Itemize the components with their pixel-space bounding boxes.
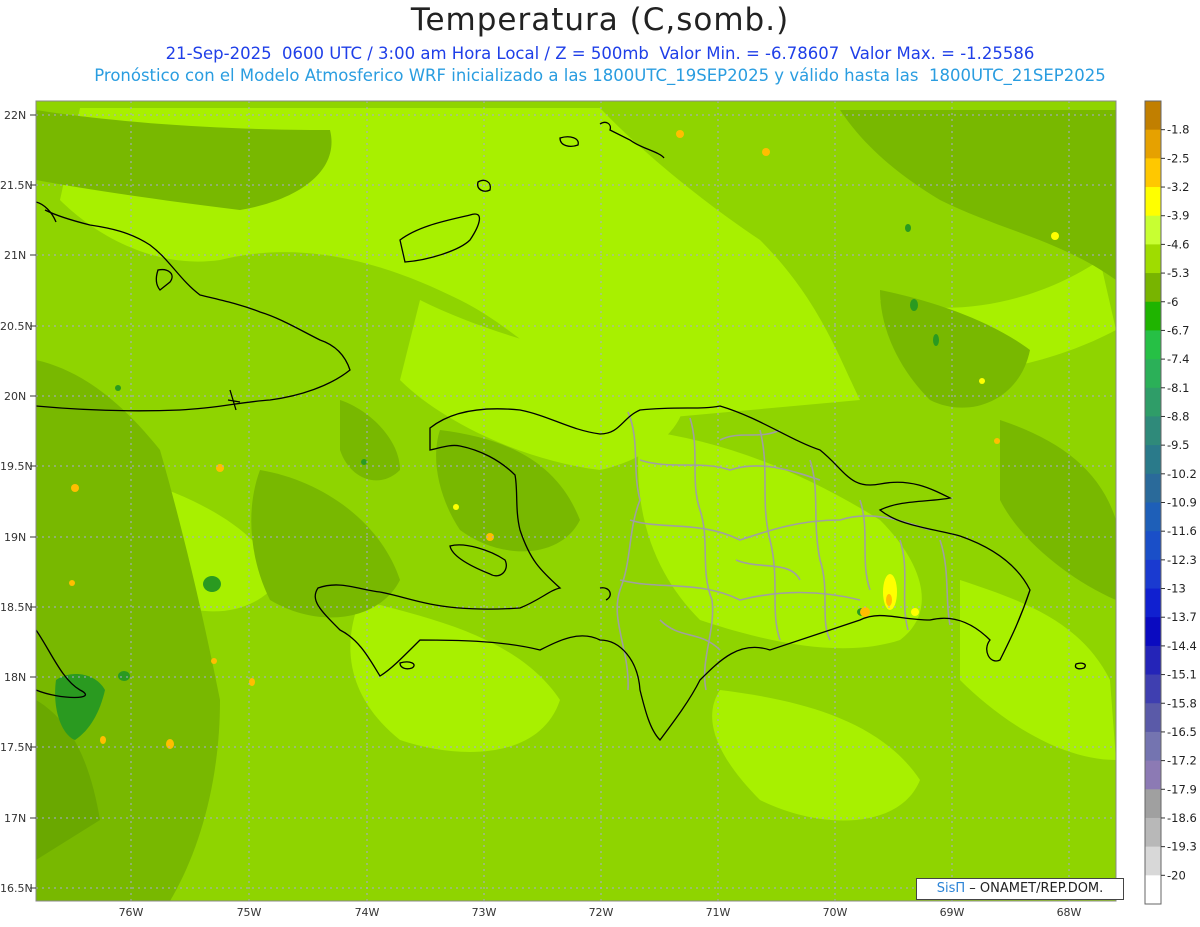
colorbar-label: -13.7 bbox=[1167, 610, 1197, 624]
colorbar-swatch bbox=[1145, 760, 1161, 790]
colorbar-label: -6.7 bbox=[1167, 323, 1189, 337]
map-figure: 22N 21.5N 21N 20.5N 20N 19.5N 19N 18.5N … bbox=[0, 100, 1197, 919]
lat-label: 20N bbox=[4, 390, 26, 403]
colorbar-label: -16.5 bbox=[1167, 725, 1197, 739]
colorbar-label: -9.5 bbox=[1167, 438, 1189, 452]
colorbar-swatch bbox=[1145, 559, 1161, 590]
lat-label: 21.5N bbox=[0, 179, 33, 192]
colorbar-swatch bbox=[1145, 158, 1161, 188]
lon-label: 69W bbox=[940, 906, 965, 919]
lat-label: 17.5N bbox=[0, 741, 33, 754]
colorbar-swatch bbox=[1145, 273, 1161, 303]
longitude-axis: 76W 75W 74W 73W 72W 71W 70W 69W 68W bbox=[119, 906, 1082, 919]
credit-brand: SisΠ bbox=[936, 881, 966, 896]
colorbar-swatch bbox=[1145, 330, 1161, 360]
lat-label: 20.5N bbox=[0, 320, 33, 333]
colorbar-swatch bbox=[1145, 531, 1161, 561]
lat-label: 18.5N bbox=[0, 601, 33, 614]
colorbar-label: -4.6 bbox=[1167, 237, 1189, 251]
colorbar-swatch bbox=[1145, 101, 1161, 131]
lon-label: 68W bbox=[1057, 906, 1082, 919]
temperature-field bbox=[36, 101, 1116, 901]
lon-label: 70W bbox=[823, 906, 848, 919]
colorbar-label: -13 bbox=[1167, 582, 1186, 596]
colorbar-label: -15.8 bbox=[1167, 696, 1197, 710]
colorbar-label: -6 bbox=[1167, 295, 1178, 309]
colorbar-swatch bbox=[1145, 387, 1161, 417]
colorbar-label: -5.3 bbox=[1167, 266, 1189, 280]
colorbar-swatch bbox=[1145, 731, 1161, 762]
colorbar-label: -14.4 bbox=[1167, 639, 1197, 653]
colorbar-label: -8.8 bbox=[1167, 409, 1189, 423]
colorbar-swatch bbox=[1145, 215, 1161, 245]
lon-label: 73W bbox=[472, 906, 497, 919]
colorbar-label: -7.4 bbox=[1167, 352, 1189, 366]
lat-label: 16.5N bbox=[0, 882, 33, 895]
colorbar-swatch bbox=[1145, 416, 1161, 446]
colorbar-label: -3.2 bbox=[1167, 180, 1189, 194]
colorbar-swatch bbox=[1145, 244, 1161, 274]
colorbar-legend: -1.8 -2.5 -3.2 -3.9 -4.6 -5.3 -6 -6.7 -7.4 -8.1 -8… bbox=[1144, 100, 1197, 905]
lat-label: 22N bbox=[4, 109, 26, 122]
colorbar-label: -11.6 bbox=[1167, 524, 1197, 538]
colorbar-label: -15.1 bbox=[1167, 668, 1197, 682]
lon-label: 76W bbox=[119, 906, 144, 919]
lat-label: 21N bbox=[4, 249, 26, 262]
colorbar-swatch bbox=[1145, 187, 1161, 217]
colorbar-label: -18.6 bbox=[1167, 811, 1197, 825]
colorbar-swatch bbox=[1145, 301, 1161, 331]
credit-box: SisΠ – ONAMET/REP.DOM. bbox=[916, 878, 1124, 900]
colorbar-swatch bbox=[1145, 645, 1161, 676]
colorbar-swatch bbox=[1145, 703, 1161, 733]
colorbar-label: -17.9 bbox=[1167, 782, 1197, 796]
colorbar-label: -3.9 bbox=[1167, 209, 1189, 223]
colorbar-label: -8.1 bbox=[1167, 381, 1189, 395]
colorbar-swatch bbox=[1145, 875, 1161, 905]
colorbar-swatch bbox=[1145, 817, 1161, 848]
colorbar-label: -2.5 bbox=[1167, 151, 1189, 165]
colorbar-swatch bbox=[1145, 588, 1161, 618]
lon-label: 72W bbox=[589, 906, 614, 919]
colorbar-swatch bbox=[1145, 129, 1161, 159]
credit-text: – ONAMET/REP.DOM. bbox=[969, 881, 1104, 896]
colorbar-swatch bbox=[1145, 789, 1161, 819]
lat-label: 18N bbox=[4, 671, 26, 684]
lat-label: 17N bbox=[4, 812, 26, 825]
lon-label: 75W bbox=[237, 906, 262, 919]
colorbar-swatch bbox=[1145, 473, 1161, 503]
colorbar-swatch bbox=[1145, 846, 1161, 876]
lat-ticks bbox=[30, 114, 36, 889]
colorbar-label: -12.3 bbox=[1167, 553, 1197, 567]
colorbar-label: -17.2 bbox=[1167, 754, 1197, 768]
colorbar-swatch bbox=[1145, 445, 1161, 475]
colorbar-label: -1.8 bbox=[1167, 123, 1189, 137]
lat-label: 19N bbox=[4, 531, 26, 544]
colorbar-label: -10.2 bbox=[1167, 467, 1197, 481]
colorbar-label: -20 bbox=[1167, 868, 1186, 882]
colorbar-swatch bbox=[1145, 674, 1161, 704]
colorbar-swatch bbox=[1145, 502, 1161, 532]
lon-label: 74W bbox=[355, 906, 380, 919]
colorbar-label: -19.3 bbox=[1167, 840, 1197, 854]
latitude-axis: 22N 21.5N 21N 20.5N 20N 19.5N 19N 18.5N … bbox=[0, 109, 33, 895]
colorbar-label: -10.9 bbox=[1167, 496, 1197, 510]
colorbar-swatch bbox=[1145, 359, 1161, 389]
lat-label: 19.5N bbox=[0, 460, 33, 473]
colorbar-swatch bbox=[1145, 617, 1161, 647]
lon-label: 71W bbox=[706, 906, 731, 919]
